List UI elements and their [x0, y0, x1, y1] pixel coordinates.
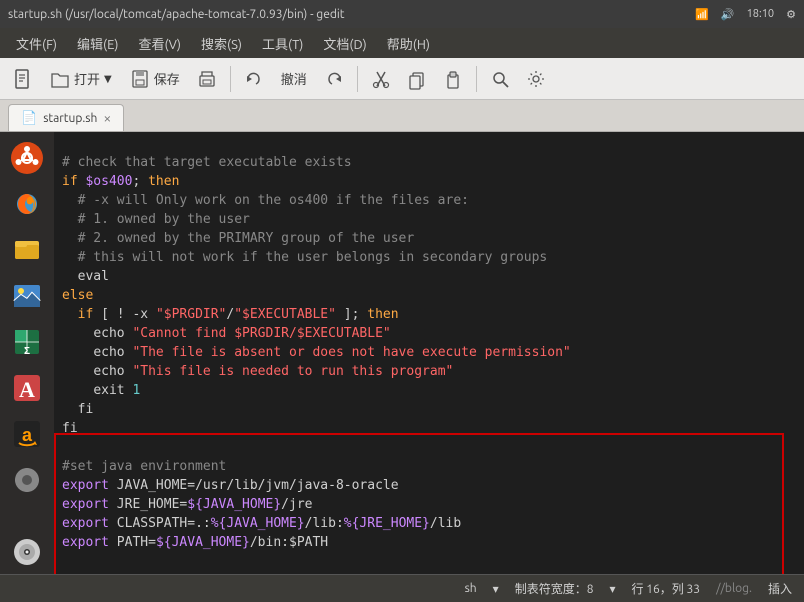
menu-view[interactable]: 查看(V): [131, 32, 189, 55]
copy-button[interactable]: [400, 62, 434, 96]
language-mode[interactable]: sh: [465, 582, 477, 595]
new-button[interactable]: [6, 62, 40, 96]
save-label: 保存: [154, 69, 180, 88]
network-status: 📶: [695, 8, 709, 21]
undo-button[interactable]: [237, 62, 271, 96]
tools-button[interactable]: [519, 62, 553, 96]
undo-label-btn[interactable]: 撤消: [273, 65, 315, 92]
redo-button[interactable]: [317, 62, 351, 96]
volume-status: 🔊: [721, 8, 735, 21]
image-viewer-icon[interactable]: [5, 274, 49, 318]
tab-bar: 📄 startup.sh ×: [0, 100, 804, 132]
separator-dot2: ▾: [609, 582, 615, 596]
sep1: [230, 66, 231, 92]
svg-text:A: A: [19, 377, 35, 402]
title-bar: startup.sh (/usr/local/tomcat/apache-tom…: [0, 0, 804, 28]
menu-file[interactable]: 文件(F): [8, 32, 65, 55]
toolbar: 打开 ▼ 保存 撤消: [0, 58, 804, 100]
ubuntu-icon[interactable]: [5, 136, 49, 180]
menu-tools[interactable]: 工具(T): [254, 32, 311, 55]
sep2: [357, 66, 358, 92]
svg-text:Σ: Σ: [24, 346, 30, 357]
font-manager-icon[interactable]: A: [5, 366, 49, 410]
tab-width[interactable]: 制表符宽度：8: [515, 580, 594, 597]
firefox-icon[interactable]: [5, 182, 49, 226]
spreadsheet-icon[interactable]: Σ: [5, 320, 49, 364]
svg-text:a: a: [22, 425, 33, 445]
menu-docs[interactable]: 文档(D): [315, 32, 374, 55]
app-title: startup.sh (/usr/local/tomcat/apache-tom…: [8, 8, 344, 21]
code-editor[interactable]: # check that target executable exists if…: [54, 132, 804, 574]
system-settings-icon[interactable]: [5, 458, 49, 502]
open-label: 打开: [74, 69, 100, 88]
menu-edit[interactable]: 编辑(E): [69, 32, 126, 55]
amazon-icon[interactable]: a: [5, 412, 49, 456]
open-button[interactable]: 打开 ▼: [42, 65, 120, 93]
status-bar: sh ▾ 制表符宽度：8 ▾ 行 16，列 33 //blog. 插入: [0, 574, 804, 602]
status-right: sh ▾ 制表符宽度：8 ▾ 行 16，列 33 //blog. 插入: [465, 580, 792, 597]
files-icon[interactable]: [5, 228, 49, 272]
settings-icon[interactable]: ⚙: [786, 8, 796, 21]
tab-startup-sh[interactable]: 📄 startup.sh ×: [8, 104, 124, 131]
save-button[interactable]: 保存: [122, 65, 188, 93]
menu-search[interactable]: 搜索(S): [193, 32, 250, 55]
menu-help[interactable]: 帮助(H): [379, 32, 438, 55]
code-content: # check that target executable exists if…: [54, 132, 804, 574]
cursor-position: 行 16，列 33: [632, 580, 701, 597]
left-sidebar: Σ A a: [0, 132, 54, 574]
tab-icon: 📄: [21, 111, 37, 126]
main-content: Σ A a: [0, 132, 804, 574]
cut-button[interactable]: [364, 62, 398, 96]
insert-mode: 插入: [768, 580, 792, 597]
tab-close-button[interactable]: ×: [103, 111, 111, 125]
find-button[interactable]: [483, 62, 517, 96]
tab-filename: startup.sh: [43, 112, 97, 125]
dvd-icon[interactable]: [5, 530, 49, 574]
paste-button[interactable]: [436, 62, 470, 96]
menu-bar: 文件(F) 编辑(E) 查看(V) 搜索(S) 工具(T) 文档(D) 帮助(H…: [0, 28, 804, 58]
time-display: 18:10: [747, 8, 775, 20]
open-arrow: ▼: [104, 73, 112, 85]
undo-text: 撤消: [281, 69, 307, 88]
separator-dot: ▾: [493, 582, 499, 596]
print-button[interactable]: [190, 62, 224, 96]
sep3: [476, 66, 477, 92]
blog-url: //blog.: [716, 582, 752, 595]
